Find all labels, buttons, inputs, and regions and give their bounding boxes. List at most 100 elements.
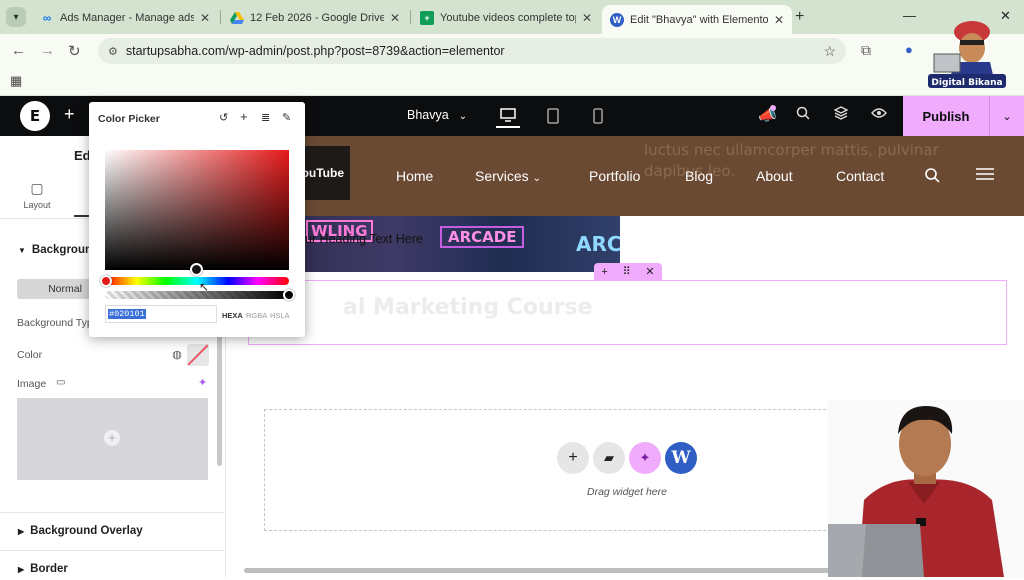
publish-button[interactable]: Publish ⌄ — [903, 96, 1024, 136]
ai-sparkle-icon[interactable]: ✦ — [198, 376, 207, 389]
responsive-desktop-icon[interactable]: ▭ — [56, 377, 65, 388]
add-element-icon[interactable]: + — [64, 104, 75, 125]
presenter-webcam-overlay — [748, 400, 1024, 577]
meta-icon: ∞ — [42, 11, 52, 25]
mobile-view-icon[interactable] — [586, 104, 610, 128]
browser-tab-youtube-sheet[interactable]: + Youtube videos complete topic ✕ — [412, 5, 600, 31]
chevron-down-icon: ⌄ — [458, 111, 468, 122]
close-tab-icon[interactable]: ✕ — [576, 11, 592, 25]
global-color-stack-icon[interactable]: ≣ — [261, 111, 270, 124]
course-heading[interactable]: al Marketing Course — [343, 295, 593, 320]
back-icon[interactable]: ← — [11, 42, 26, 59]
section-border-header[interactable]: ▶ Border — [18, 563, 68, 575]
apps-grid-icon[interactable]: ▦ — [10, 73, 22, 89]
wordpress-kit-icon[interactable]: W — [665, 442, 697, 474]
reset-color-icon[interactable]: ↺ — [219, 111, 228, 124]
expand-triangle-icon: ▶ — [18, 527, 25, 536]
add-global-color-icon[interactable]: + — [240, 109, 248, 124]
delete-container-icon[interactable]: ✕ — [645, 265, 654, 278]
drag-handle-icon[interactable]: ⠿ — [623, 265, 631, 278]
site-settings-icon[interactable]: ⚙ — [108, 45, 118, 58]
new-tab-button[interactable]: + — [795, 8, 804, 26]
hero-text-line: luctus nec ullamcorper mattis, pulvinar — [644, 141, 939, 159]
header-section[interactable]: ouTube luctus nec ullamcorper mattis, pu… — [238, 136, 1024, 216]
reload-icon[interactable]: ↻ — [68, 42, 81, 60]
browser-tab-ads-manager[interactable]: ∞ Ads Manager - Manage ads - C ✕ — [32, 5, 218, 31]
tab-layout-label: Layout — [23, 200, 51, 210]
section-background-overlay-header[interactable]: ▶ Background Overlay — [18, 525, 143, 537]
nav-home[interactable]: Home — [396, 168, 433, 184]
add-image-icon[interactable]: + — [104, 430, 120, 446]
hue-slider[interactable] — [105, 277, 289, 285]
color-swatch-button[interactable] — [187, 344, 209, 366]
hue-handle[interactable] — [100, 275, 112, 287]
ai-generate-icon[interactable]: ✦ — [629, 442, 661, 474]
alpha-slider[interactable] — [105, 291, 289, 299]
publish-options-chevron-icon[interactable]: ⌄ — [990, 110, 1024, 123]
search-icon[interactable] — [924, 167, 940, 188]
tab-label: Youtube videos complete topic — [440, 12, 576, 24]
site-name-dropdown[interactable]: Bhavya ⌄ — [407, 108, 467, 122]
bookmark-star-icon[interactable]: ☆ — [823, 43, 836, 60]
close-tab-icon[interactable]: ✕ — [384, 11, 400, 25]
browser-toolbar: ← → ↻ ⚙ startupsabha.com/wp-admin/post.p… — [0, 34, 1024, 68]
format-hsla[interactable]: HSLA — [270, 311, 290, 320]
forward-icon[interactable]: → — [40, 42, 55, 59]
preview-eye-icon[interactable] — [871, 106, 887, 123]
nav-contact[interactable]: Contact — [836, 168, 884, 184]
expand-triangle-icon: ▶ — [18, 565, 25, 574]
desktop-view-icon[interactable] — [496, 104, 520, 128]
nav-services[interactable]: Services ⌄ — [475, 168, 541, 184]
global-colors-icon[interactable]: ◍ — [168, 346, 186, 364]
template-library-folder-icon[interactable]: ▰ — [593, 442, 625, 474]
nav-portfolio[interactable]: Portfolio — [589, 168, 640, 184]
minimize-icon[interactable]: — — [903, 8, 916, 23]
bookmarks-bar: ▦ — [0, 68, 1024, 96]
tab-label: 12 Feb 2026 - Google Drive — [250, 12, 384, 24]
drag-widget-hint: Drag widget here — [587, 486, 667, 498]
tab-layout[interactable]: ▢ Layout — [0, 180, 74, 220]
eyedropper-icon[interactable]: ✎ — [282, 111, 291, 124]
structure-layers-icon[interactable] — [833, 106, 849, 124]
hex-value-selected: #020101 — [108, 309, 146, 319]
close-tab-icon[interactable]: ✕ — [194, 11, 210, 25]
tab-search-dropdown-icon[interactable]: ▾ — [6, 7, 26, 27]
url-text: startupsabha.com/wp-admin/post.php?post=… — [125, 44, 505, 58]
extensions-icon[interactable]: ⧉ — [861, 42, 871, 59]
image-placeholder[interactable]: + — [17, 398, 208, 480]
add-container-icon[interactable]: + — [601, 266, 607, 278]
nav-blog[interactable]: Blog — [685, 168, 713, 184]
notification-dot — [770, 105, 776, 111]
nav-about[interactable]: About — [756, 168, 793, 184]
sheets-icon: + — [420, 11, 434, 25]
digital-bikana-logo: Digital Bikana — [924, 10, 1022, 92]
section-background-header[interactable]: ▼ Background — [18, 244, 99, 256]
drive-icon — [230, 11, 244, 25]
neon-sign: ARCADE — [440, 226, 525, 248]
chevron-down-icon: ⌄ — [532, 173, 541, 184]
format-rgba[interactable]: RGBA — [246, 311, 267, 320]
heading-widget[interactable]: our Heading Text Here — [298, 232, 423, 246]
add-widget-button[interactable]: + — [557, 442, 589, 474]
browser-tab-bar: ▾ ∞ Ads Manager - Manage ads - C ✕ 12 Fe… — [0, 0, 1024, 34]
format-hexa[interactable]: HEXA — [222, 311, 243, 320]
close-tab-icon[interactable]: ✕ — [768, 13, 784, 27]
saturation-value-area[interactable] — [105, 150, 289, 270]
browser-tab-google-drive[interactable]: 12 Feb 2026 - Google Drive ✕ — [222, 5, 408, 31]
browser-tab-elementor[interactable]: W Edit "Bhavya" with Elementor ✕ — [602, 5, 792, 34]
alpha-handle[interactable] — [283, 289, 295, 301]
address-bar[interactable]: ⚙ startupsabha.com/wp-admin/post.php?pos… — [98, 38, 846, 64]
profile-extension-icon[interactable]: ● — [905, 42, 913, 57]
search-icon[interactable] — [796, 106, 810, 124]
tab-divider — [410, 10, 411, 24]
color-picker-popup: Color Picker ↺ + ≣ ✎ #020101 HEXA RGBA H… — [89, 102, 305, 337]
tablet-view-icon[interactable] — [541, 104, 565, 128]
hamburger-menu-icon[interactable] — [976, 167, 994, 186]
tab-divider — [220, 10, 221, 24]
publish-label: Publish — [922, 108, 970, 124]
elementor-logo-button[interactable]: E — [20, 101, 50, 131]
hex-color-input[interactable]: #020101 — [105, 305, 217, 323]
selected-container[interactable]: al Marketing Course — [248, 280, 1007, 345]
container-handle[interactable]: + ⠿ ✕ — [594, 263, 662, 280]
saturation-handle[interactable] — [190, 263, 203, 276]
